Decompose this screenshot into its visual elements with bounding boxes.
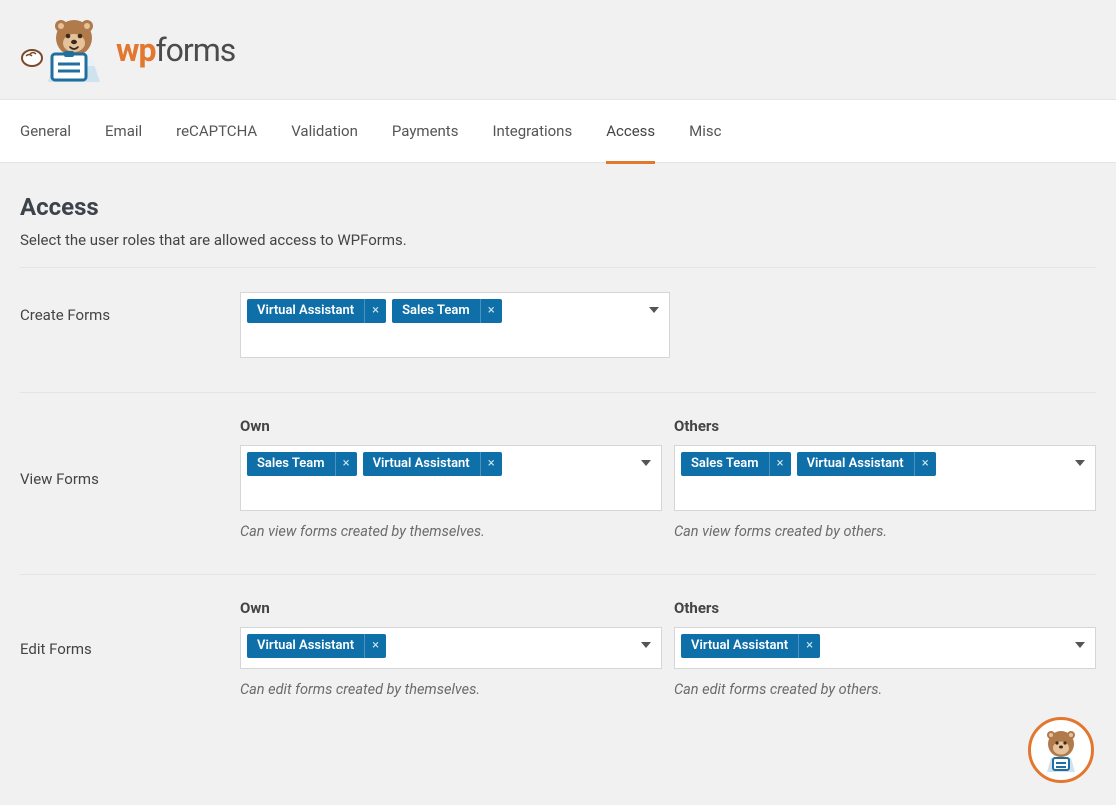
tab-validation[interactable]: Validation — [291, 99, 358, 163]
tab-recaptcha[interactable]: reCAPTCHA — [176, 99, 257, 163]
section-create-forms: Create Forms Virtual Assistant × Sales T… — [20, 267, 1096, 392]
tag-remove-icon[interactable]: × — [364, 634, 386, 658]
tag-remove-icon[interactable]: × — [480, 299, 502, 323]
view-own-select[interactable]: Sales Team × Virtual Assistant × — [240, 445, 662, 511]
tag-label: Sales Team — [247, 452, 335, 476]
tag: Sales Team × — [681, 452, 791, 476]
page-title: Access — [20, 193, 1096, 221]
chevron-down-icon[interactable] — [1075, 460, 1085, 466]
section-label-create: Create Forms — [20, 292, 240, 358]
edit-others-heading: Others — [674, 599, 1096, 617]
tag: Sales Team × — [247, 452, 357, 476]
tag-label: Sales Team — [392, 299, 480, 323]
tab-integrations[interactable]: Integrations — [492, 99, 572, 163]
tag-remove-icon[interactable]: × — [769, 452, 791, 476]
tag: Virtual Assistant × — [797, 452, 936, 476]
view-others-heading: Others — [674, 417, 1096, 435]
tag-label: Virtual Assistant — [247, 634, 364, 658]
tag-remove-icon[interactable]: × — [798, 634, 820, 658]
logo-text-forms: forms — [156, 31, 236, 69]
edit-others-helper: Can edit forms created by others. — [674, 681, 1096, 698]
tag-label: Virtual Assistant — [247, 299, 364, 323]
tag-label: Virtual Assistant — [797, 452, 914, 476]
logo-mascot-icon — [20, 18, 106, 82]
tag: Virtual Assistant × — [363, 452, 502, 476]
logo-text-wp: wp — [116, 31, 156, 69]
help-button[interactable] — [1028, 717, 1094, 783]
section-label-view: View Forms — [20, 417, 240, 540]
header-band: wpforms — [0, 0, 1116, 99]
view-others-helper: Can view forms created by others. — [674, 523, 1096, 540]
tag: Virtual Assistant × — [247, 634, 386, 658]
tag: Sales Team × — [392, 299, 502, 323]
logo-text: wpforms — [116, 31, 235, 69]
page-subtitle: Select the user roles that are allowed a… — [20, 231, 1096, 249]
section-view-forms: View Forms Own Sales Team × Virtual Assi… — [20, 392, 1096, 574]
section-label-edit: Edit Forms — [20, 599, 240, 698]
chevron-down-icon[interactable] — [1075, 642, 1085, 648]
tag-label: Virtual Assistant — [363, 452, 480, 476]
tab-payments[interactable]: Payments — [392, 99, 459, 163]
chevron-down-icon[interactable] — [649, 307, 659, 313]
content: Access Select the user roles that are al… — [0, 163, 1116, 732]
tab-access[interactable]: Access — [606, 99, 655, 163]
tab-misc[interactable]: Misc — [689, 99, 721, 163]
mascot-icon — [1039, 728, 1083, 772]
view-own-heading: Own — [240, 417, 662, 435]
edit-own-select[interactable]: Virtual Assistant × — [240, 627, 662, 669]
tag-remove-icon[interactable]: × — [914, 452, 936, 476]
view-others-select[interactable]: Sales Team × Virtual Assistant × — [674, 445, 1096, 511]
edit-others-select[interactable]: Virtual Assistant × — [674, 627, 1096, 669]
tag-label: Sales Team — [681, 452, 769, 476]
tag-label: Virtual Assistant — [681, 634, 798, 658]
edit-own-heading: Own — [240, 599, 662, 617]
settings-tabs: General Email reCAPTCHA Validation Payme… — [0, 99, 1116, 163]
section-edit-forms: Edit Forms Own Virtual Assistant × Can e… — [20, 574, 1096, 732]
tab-general[interactable]: General — [20, 99, 71, 163]
tag-remove-icon[interactable]: × — [335, 452, 357, 476]
tag-remove-icon[interactable]: × — [364, 299, 386, 323]
edit-own-helper: Can edit forms created by themselves. — [240, 681, 662, 698]
wpforms-logo: wpforms — [20, 18, 235, 82]
tab-email[interactable]: Email — [105, 99, 142, 163]
chevron-down-icon[interactable] — [641, 460, 651, 466]
tag: Virtual Assistant × — [681, 634, 820, 658]
view-own-helper: Can view forms created by themselves. — [240, 523, 662, 540]
tag-remove-icon[interactable]: × — [480, 452, 502, 476]
chevron-down-icon[interactable] — [641, 642, 651, 648]
create-forms-select[interactable]: Virtual Assistant × Sales Team × — [240, 292, 670, 358]
tag: Virtual Assistant × — [247, 299, 386, 323]
